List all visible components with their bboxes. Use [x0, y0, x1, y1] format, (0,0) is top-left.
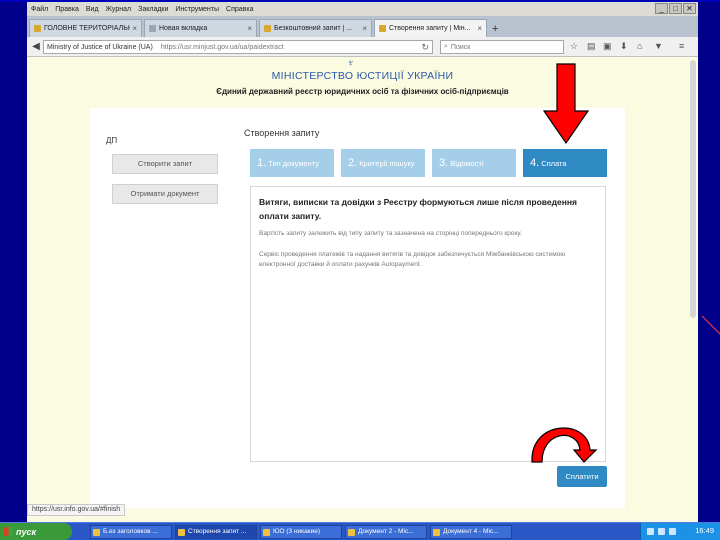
taskbar-item[interactable]: ЮО (3 никакие) — [260, 525, 342, 539]
start-button[interactable]: пуск — [0, 523, 72, 540]
create-request-button[interactable]: Створити запит — [112, 154, 218, 174]
back-arrow-icon[interactable]: ◀ — [29, 40, 43, 54]
sidebar-label: ДП — [106, 136, 118, 145]
page-content: ♆ МІНІСТЕРСТВО ЮСТИЦІЇ УКРАЇНИ Єдиний де… — [27, 58, 698, 508]
tab-close-icon[interactable]: × — [477, 24, 482, 33]
clock: 16:49 — [695, 526, 714, 535]
main-card: ДП Створити запит Отримати документ Ство… — [90, 108, 625, 508]
menu-file[interactable]: Файл — [31, 6, 48, 13]
payment-notice: Витяги, виписки та довідки з Реєстру фор… — [259, 197, 577, 221]
address-bar[interactable]: Ministry of Justice of Ukraine (UA) http… — [43, 40, 433, 54]
status-url: https://usr.info.gov.ua/#finish — [27, 504, 126, 516]
star-icon[interactable]: ☆ — [570, 41, 578, 52]
get-document-button[interactable]: Отримати документ — [112, 184, 218, 204]
menu-bar: Файл Правка Вид Журнал Закладки Инструме… — [27, 2, 698, 16]
payment-info-box: Витяги, виписки та довідки з Реєстру фор… — [250, 186, 606, 462]
download-icon[interactable]: ⬇ — [620, 41, 628, 52]
close-window-button[interactable]: ✕ — [683, 3, 696, 14]
navigation-bar: ◀ Ministry of Justice of Ukraine (UA) ht… — [27, 37, 698, 57]
tab-close-icon[interactable]: × — [132, 24, 137, 33]
step-payment[interactable]: 4. Сплата — [523, 149, 607, 177]
cost-note: Вартість запиту залежить від типу запиту… — [259, 230, 522, 237]
window-controls: _ □ ✕ — [654, 3, 696, 14]
menu-edit[interactable]: Правка — [55, 6, 79, 13]
new-tab-button[interactable]: + — [492, 23, 498, 35]
service-note: Сервіс проведення платежів та надання ви… — [259, 251, 566, 268]
favicon-icon — [379, 25, 386, 32]
browser-window: Файл Правка Вид Журнал Закладки Инструме… — [27, 2, 698, 522]
taskbar: пуск Б.ез заголовков ... Створення запит… — [0, 522, 720, 540]
maximize-button[interactable]: □ — [669, 3, 682, 14]
menu-bookmarks[interactable]: Закладки — [138, 6, 168, 13]
registry-title: Єдиний державний реєстр юридичних осіб т… — [216, 87, 509, 96]
ministry-title: МІНІСТЕРСТВО ЮСТИЦІЇ УКРАЇНИ — [271, 70, 454, 82]
tab-territorial[interactable]: ГОЛОВНЕ ТЕРИТОРІАЛЬНЕ ... × — [29, 19, 142, 37]
step-search-criteria[interactable]: 2. Критерії пошуку — [341, 149, 425, 177]
lock-icon[interactable]: ▣ — [603, 41, 612, 52]
favicon-icon — [34, 25, 41, 32]
favicon-icon — [149, 25, 156, 32]
search-input[interactable]: ⌕ Поиск — [440, 40, 564, 54]
menu-view[interactable]: Вид — [86, 6, 99, 13]
minimize-button[interactable]: _ — [655, 3, 668, 14]
favicon-icon — [264, 25, 271, 32]
tab-bar: ГОЛОВНЕ ТЕРИТОРІАЛЬНЕ ... × Новая вкладк… — [27, 16, 698, 37]
trident-emblem-icon: ♆ — [347, 58, 355, 69]
url-text: https://usr.minjust.gov.ua/ua/paidextrac… — [160, 43, 284, 51]
taskbar-item[interactable]: Документ 4 - Mic... — [430, 525, 512, 539]
library-icon[interactable]: ▤ — [587, 41, 596, 52]
pay-button[interactable]: Сплатити — [557, 466, 607, 487]
pocket-icon[interactable]: ▼ — [654, 41, 663, 51]
search-icon: ⌕ — [444, 43, 448, 50]
taskbar-item[interactable]: Б.ез заголовков ... — [90, 525, 172, 539]
tab-create-request[interactable]: Створення запиту | Мін... × — [374, 19, 487, 37]
corner-decoration — [701, 315, 720, 335]
menu-history[interactable]: Журнал — [106, 6, 132, 13]
menu-help[interactable]: Справка — [226, 6, 253, 13]
menu-tools[interactable]: Инструменты — [175, 6, 219, 13]
site-identity: Ministry of Justice of Ukraine (UA) — [47, 43, 153, 51]
windows-logo-icon — [4, 527, 13, 536]
tray-icon[interactable] — [658, 528, 665, 535]
step-document-type[interactable]: 1. Тип документу — [250, 149, 334, 177]
hamburger-menu-icon[interactable]: ≡ — [679, 41, 684, 51]
page-title: Створення запиту — [244, 128, 320, 138]
tab-free-request[interactable]: Безкоштовний запит | ... × — [259, 19, 372, 37]
home-icon[interactable]: ⌂ — [637, 41, 642, 51]
system-tray: 16:49 — [640, 523, 720, 540]
taskbar-item[interactable]: Документ 2 - Mic... — [345, 525, 427, 539]
scrollbar[interactable] — [690, 60, 696, 318]
step-information[interactable]: 3. Відомості — [432, 149, 516, 177]
tray-icon[interactable] — [669, 528, 676, 535]
taskbar-item[interactable]: Створення запит ... — [175, 525, 257, 539]
tab-new[interactable]: Новая вкладка × — [144, 19, 257, 37]
tab-close-icon[interactable]: × — [362, 24, 367, 33]
tray-icon[interactable] — [647, 528, 654, 535]
tab-close-icon[interactable]: × — [247, 24, 252, 33]
reload-icon[interactable]: ↻ — [421, 42, 429, 53]
